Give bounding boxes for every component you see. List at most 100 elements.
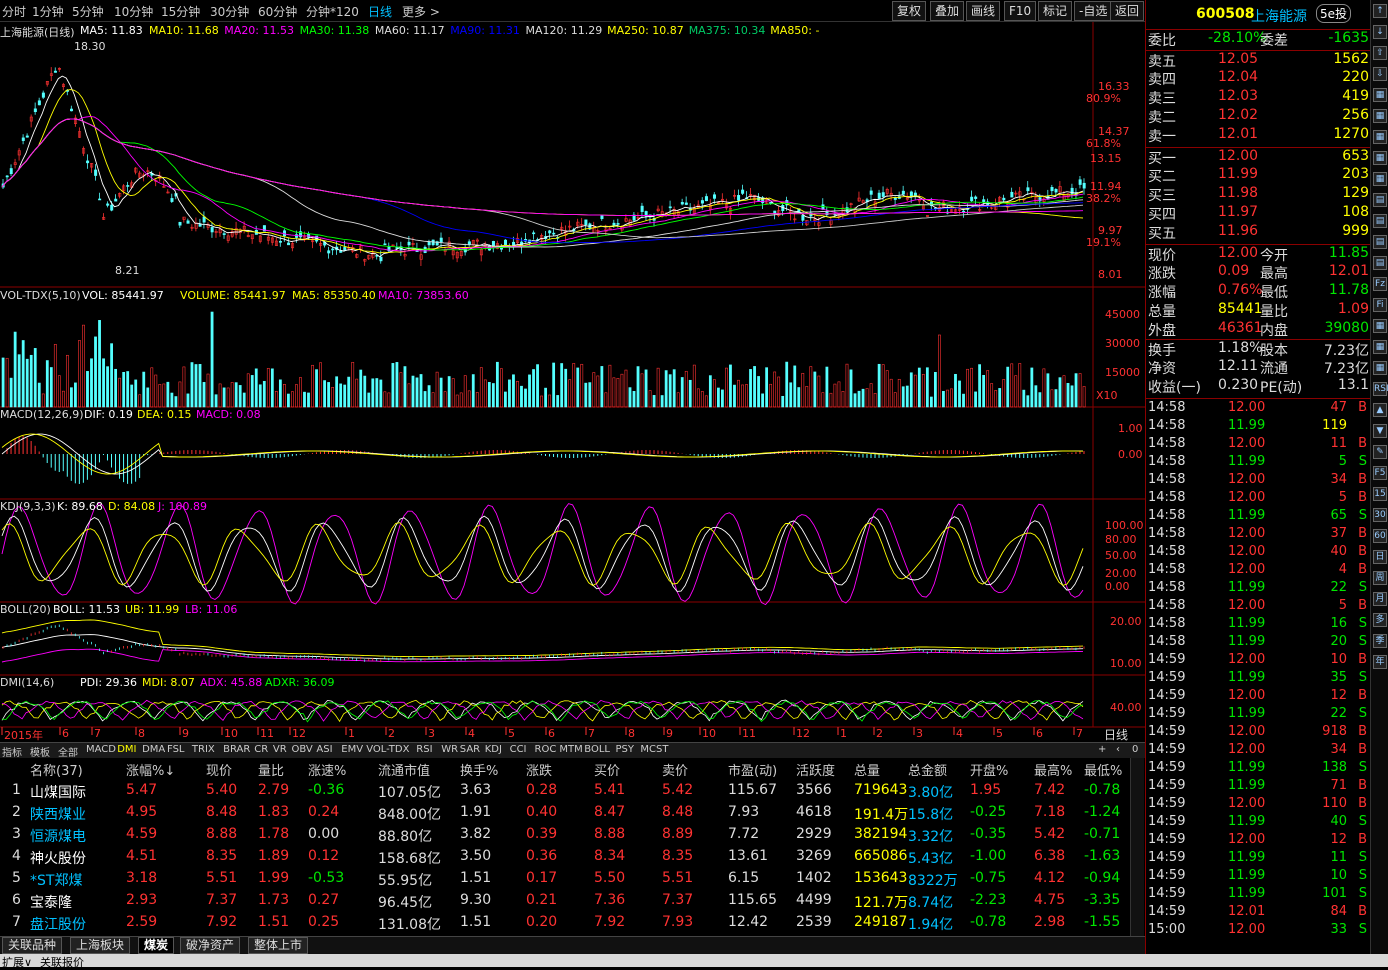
toolbar-icon-8[interactable]: ▦ <box>1373 172 1387 186</box>
period-1[interactable]: 1分钟 <box>32 3 64 20</box>
toolbar-button-0[interactable]: 复权 <box>892 1 927 21</box>
indicator-tab-3[interactable]: MACD <box>86 744 116 755</box>
toolbar-icon-16[interactable]: ▦ <box>1373 340 1387 354</box>
expand-button[interactable]: 扩展∨ <box>2 954 32 970</box>
indicator-tab-19[interactable]: CCI <box>510 744 527 755</box>
indicator-tab-17[interactable]: SAR <box>460 744 480 755</box>
toolbar-icon-28[interactable]: 月 <box>1373 592 1387 606</box>
toolbar-icon-18[interactable]: RSI <box>1373 382 1388 396</box>
toolbar-button-5[interactable]: -自选 <box>1074 1 1113 21</box>
table-header-1[interactable]: 涨幅%↓ <box>126 760 175 779</box>
table-header-2[interactable]: 现价 <box>206 760 232 779</box>
toolbar-icon-25[interactable]: 60 <box>1373 529 1387 543</box>
kline-chart-area[interactable] <box>0 22 1145 742</box>
toolbar-button-1[interactable]: 叠加 <box>930 1 965 21</box>
table-header-11[interactable]: 活跃度 <box>796 760 835 779</box>
indicator-tab-5[interactable]: DMA <box>142 744 165 755</box>
toolbar-icon-26[interactable]: 日 <box>1373 550 1387 564</box>
indicator-tab-1[interactable]: 模板 <box>30 744 50 759</box>
table-header-13[interactable]: 总金额 <box>908 760 947 779</box>
table-header-16[interactable]: 最低% <box>1084 760 1122 779</box>
toolbar-icon-13[interactable]: Fz <box>1373 277 1387 291</box>
toolbar-icon-1[interactable]: ↓ <box>1373 25 1387 39</box>
period-0[interactable]: 分时 <box>2 3 26 20</box>
toolbar-button-2[interactable]: 画线 <box>966 1 1001 21</box>
period-8[interactable]: 日线 <box>368 3 392 20</box>
table-header-0[interactable]: 名称(37) <box>30 760 83 779</box>
indicator-tab-15[interactable]: RSI <box>416 744 432 755</box>
table-header-4[interactable]: 涨速% <box>308 760 346 779</box>
period-3[interactable]: 10分钟 <box>114 3 153 20</box>
toolbar-icon-24[interactable]: 30 <box>1373 508 1387 522</box>
indicator-tab-9[interactable]: CR <box>254 744 268 755</box>
indicator-tab-6[interactable]: FSL <box>167 744 185 755</box>
indicator-tab-24[interactable]: MCST <box>640 744 668 755</box>
sector-tab-2[interactable]: 煤炭 <box>138 937 175 954</box>
table-header-12[interactable]: 总量 <box>854 760 880 779</box>
toolbar-icon-23[interactable]: 15 <box>1373 487 1387 501</box>
table-row[interactable]: 2 陕西煤业 4.95 8.48 1.83 0.24 848.00亿 1.91 0.40 8.47… <box>0 802 1130 824</box>
toolbar-icon-11[interactable]: ▤ <box>1373 235 1387 249</box>
indicator-tab-4[interactable]: DMI <box>117 744 136 755</box>
table-row[interactable]: 3 恒源煤电 4.59 8.88 1.78 0.00 88.80亿 3.82 0.39 8.88 8… <box>0 824 1130 846</box>
prev-tab-button[interactable]: ‹ <box>1116 744 1120 755</box>
indicator-tab-18[interactable]: KDJ <box>485 744 502 755</box>
indicator-tab-13[interactable]: EMV <box>341 744 363 755</box>
toolbar-icon-17[interactable]: ▦ <box>1373 361 1387 375</box>
period-4[interactable]: 15分钟 <box>161 3 200 20</box>
table-header-9[interactable]: 卖价 <box>662 760 688 779</box>
table-header-6[interactable]: 换手% <box>460 760 498 779</box>
indicator-tab-0[interactable]: 指标 <box>2 744 22 759</box>
toolbar-icon-22[interactable]: F5 <box>1373 466 1387 480</box>
indicator-tab-16[interactable]: WR <box>441 744 458 755</box>
indicator-tab-7[interactable]: TRIX <box>192 744 215 755</box>
indicator-tab-10[interactable]: VR <box>273 744 287 755</box>
period-7[interactable]: 分钟*120 <box>306 3 359 20</box>
toolbar-icon-29[interactable]: 多 <box>1373 613 1387 627</box>
table-row[interactable]: 1 山煤国际 5.47 5.40 2.79 -0.36 107.05亿 3.63 0.28 5.4… <box>0 780 1130 802</box>
table-row[interactable]: 4 神火股份 4.51 8.35 1.89 0.12 158.68亿 3.50 0.36 8.34… <box>0 846 1130 868</box>
period-2[interactable]: 5分钟 <box>72 3 104 20</box>
toolbar-icon-27[interactable]: 周 <box>1373 571 1387 585</box>
period-6[interactable]: 60分钟 <box>258 3 297 20</box>
table-row[interactable]: 5 *ST郑煤 3.18 5.51 1.99 -0.53 55.95亿 1.51 0.17 5.5… <box>0 868 1130 890</box>
indicator-tab-23[interactable]: PSY <box>616 744 635 755</box>
indicator-tab-20[interactable]: ROC <box>535 744 557 755</box>
indicator-tab-21[interactable]: MTM <box>559 744 582 755</box>
table-row[interactable]: 6 宝泰隆 2.93 7.37 1.73 0.27 96.45亿 9.30 0.21 7.36 7.… <box>0 890 1130 912</box>
sector-tab-1[interactable]: 上海板块 <box>70 937 131 954</box>
toolbar-button-6[interactable]: 返回 <box>1110 1 1145 21</box>
toolbar-icon-20[interactable]: ▼ <box>1373 424 1387 438</box>
toolbar-icon-14[interactable]: Fi <box>1373 298 1387 312</box>
related-quote-button[interactable]: 关联报价 <box>40 954 84 970</box>
table-scrollbar[interactable] <box>1130 758 1144 936</box>
toolbar-icon-30[interactable]: 季 <box>1373 634 1387 648</box>
sector-tab-3[interactable]: 破净资产 <box>180 937 241 954</box>
indicator-tab-22[interactable]: BOLL <box>584 744 610 755</box>
table-header-7[interactable]: 涨跌 <box>526 760 552 779</box>
toolbar-icon-31[interactable]: 年 <box>1373 655 1387 669</box>
table-header-14[interactable]: 开盘% <box>970 760 1008 779</box>
table-header-3[interactable]: 量比 <box>258 760 284 779</box>
toolbar-icon-4[interactable]: ▦ <box>1373 88 1387 102</box>
table-header-15[interactable]: 最高% <box>1034 760 1072 779</box>
toolbar-icon-15[interactable]: ▦ <box>1373 319 1387 333</box>
indicator-tab-12[interactable]: ASI <box>316 744 332 755</box>
add-tab-button[interactable]: + <box>1098 744 1106 755</box>
toolbar-icon-7[interactable]: ▦ <box>1373 151 1387 165</box>
sector-tab-4[interactable]: 整体上市 <box>248 937 309 954</box>
table-header-5[interactable]: 流通市值 <box>378 760 430 779</box>
toolbar-icon-3[interactable]: ⇩ <box>1373 67 1387 81</box>
table-header-10[interactable]: 市盈(动) <box>728 760 777 779</box>
indicator-tab-2[interactable]: 全部 <box>58 744 78 759</box>
zero-tab[interactable]: 0 <box>1132 744 1138 755</box>
toolbar-icon-21[interactable]: ✎ <box>1373 445 1387 459</box>
toolbar-icon-2[interactable]: ⇧ <box>1373 46 1387 60</box>
table-header-8[interactable]: 买价 <box>594 760 620 779</box>
indicator-tab-11[interactable]: OBV <box>292 744 313 755</box>
table-row[interactable]: 7 盘江股份 2.59 7.92 1.51 0.25 131.08亿 1.51 0.20 7.92… <box>0 912 1130 934</box>
toolbar-icon-10[interactable]: ▤ <box>1373 214 1387 228</box>
indicator-tab-14[interactable]: VOL-TDX <box>366 744 409 755</box>
toolbar-icon-9[interactable]: ▤ <box>1373 193 1387 207</box>
toolbar-icon-5[interactable]: ▦ <box>1373 109 1387 123</box>
